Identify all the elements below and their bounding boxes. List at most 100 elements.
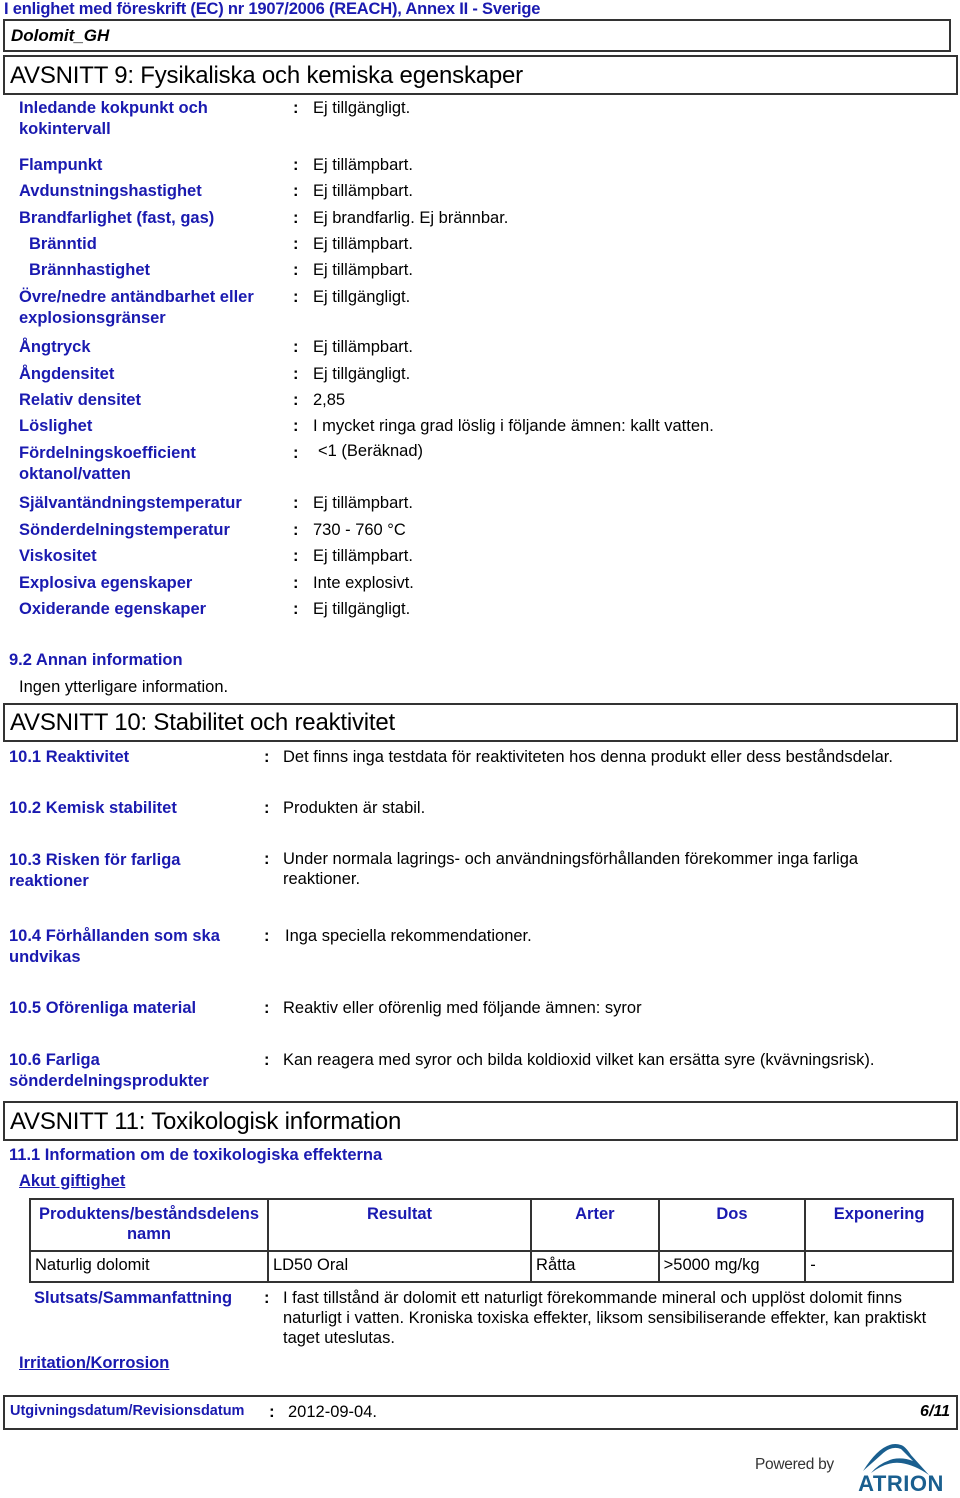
colon: : bbox=[293, 391, 299, 409]
section-9-header: AVSNITT 9: Fysikaliska och kemiska egens… bbox=[3, 55, 958, 95]
property-label: Fördelningskoefficient oktanol/vatten bbox=[19, 444, 196, 483]
logo-text: ATRION bbox=[858, 1471, 944, 1493]
column-header-exposure: Exponering bbox=[804, 1198, 954, 1252]
property-value: Ej tillämpbart. bbox=[313, 235, 413, 253]
colon: : bbox=[293, 338, 299, 356]
acute-toxicity-table: Produktens/beståndsdelens namn Resultat … bbox=[29, 1198, 954, 1283]
property-value: Ej tillgängligt. bbox=[313, 288, 411, 306]
colon: : bbox=[293, 494, 299, 512]
property-value: Ej brandfarlig. Ej brännbar. bbox=[313, 209, 509, 227]
cell-species: Råtta bbox=[530, 1250, 660, 1283]
other-info-text: Ingen ytterligare information. bbox=[19, 678, 229, 696]
property-label: Explosiva egenskaper bbox=[19, 574, 193, 592]
colon: : bbox=[264, 927, 270, 945]
property-value: Ej tillgängligt. bbox=[313, 365, 411, 383]
column-header-dose: Dos bbox=[657, 1198, 807, 1252]
regulation-header: I enlighet med föreskrift (EC) nr 1907/2… bbox=[4, 0, 541, 18]
hazardous-reactions-value: Under normala lagrings- och användningsf… bbox=[283, 850, 859, 888]
product-name-box: Dolomit_GH bbox=[3, 19, 951, 52]
property-value: Ej tillämpbart. bbox=[313, 156, 413, 174]
property-label: Avdunstningshastighet bbox=[19, 182, 202, 200]
colon: : bbox=[293, 288, 299, 306]
colon: : bbox=[293, 209, 299, 227]
atrion-logo: ATRION bbox=[843, 1441, 960, 1496]
colon: : bbox=[293, 182, 299, 200]
colon: : bbox=[264, 850, 270, 868]
property-label: Oxiderande egenskaper bbox=[19, 600, 207, 618]
property-value: Ej tillämpbart. bbox=[313, 182, 413, 200]
column-header-result: Resultat bbox=[266, 1198, 533, 1252]
colon: : bbox=[293, 547, 299, 565]
property-value: 730 - 760 °C bbox=[313, 521, 406, 539]
property-value: 2,85 bbox=[313, 391, 346, 409]
colon: : bbox=[293, 365, 299, 383]
powered-by-text: Powered by bbox=[755, 1456, 834, 1473]
colon: : bbox=[264, 999, 270, 1017]
reactivity-value: Det finns inga testdata för reaktivitete… bbox=[283, 748, 893, 766]
property-label: Inledande kokpunkt och kokintervall bbox=[19, 99, 208, 138]
colon: : bbox=[293, 574, 299, 592]
property-value: Ej tillämpbart. bbox=[313, 547, 413, 565]
acute-toxicity-heading: Akut giftighet bbox=[19, 1172, 126, 1190]
property-label: Bränntid bbox=[29, 235, 97, 253]
property-value: Ej tillgängligt. bbox=[313, 99, 411, 117]
property-label: Flampunkt bbox=[19, 156, 103, 174]
colon: : bbox=[293, 235, 299, 253]
colon: : bbox=[293, 261, 299, 279]
product-name: Dolomit_GH bbox=[11, 26, 110, 45]
property-label: Ångtryck bbox=[19, 338, 91, 356]
column-header-species: Arter bbox=[530, 1198, 660, 1252]
colon: : bbox=[269, 1402, 275, 1421]
irritation-heading: Irritation/Korrosion bbox=[19, 1354, 170, 1372]
atrion-logo-icon: ATRION bbox=[858, 1444, 944, 1496]
hazardous-decomposition-label: 10.6 Farliga sönderdelningsprodukter bbox=[9, 1051, 209, 1090]
property-label: Övre/nedre antändbarhet eller explosions… bbox=[19, 288, 254, 327]
property-value: Ej tillgängligt. bbox=[313, 600, 411, 618]
property-label: Självantändningstemperatur bbox=[19, 494, 242, 512]
section-11-header: AVSNITT 11: Toxikologisk information bbox=[3, 1101, 958, 1141]
cell-exposure: - bbox=[804, 1250, 954, 1283]
conclusion-label: Slutsats/Sammanfattning bbox=[34, 1289, 233, 1307]
property-label: Ångdensitet bbox=[19, 365, 115, 383]
colon: : bbox=[293, 99, 299, 117]
colon: : bbox=[264, 1289, 270, 1307]
table-header-row: Produktens/beståndsdelens namn Resultat … bbox=[29, 1198, 954, 1252]
hazardous-reactions-label: 10.3 Risken för farliga reaktioner bbox=[9, 851, 181, 890]
incompatible-materials-label: 10.5 Oförenliga material bbox=[9, 999, 197, 1017]
colon: : bbox=[293, 521, 299, 539]
cell-dose: >5000 mg/kg bbox=[657, 1250, 807, 1283]
page-number: 6/11 bbox=[920, 1403, 950, 1420]
property-value: <1 (Beräknad) bbox=[318, 442, 424, 460]
conclusion-text: I fast tillstånd är dolomit ett naturlig… bbox=[283, 1289, 927, 1347]
column-header-name: Produktens/beståndsdelens namn bbox=[29, 1198, 269, 1252]
section-11-title: AVSNITT 11: Toxikologisk information bbox=[10, 1108, 402, 1135]
colon: : bbox=[293, 444, 299, 462]
footer: Utgivningsdatum/Revisionsdatum : 2012-09… bbox=[3, 1395, 958, 1430]
chemical-stability-value: Produkten är stabil. bbox=[283, 799, 426, 817]
colon: : bbox=[293, 417, 299, 435]
property-label: Löslighet bbox=[19, 417, 93, 435]
property-label: Brandfarlighet (fast, gas) bbox=[19, 209, 215, 227]
property-label: Sönderdelningstemperatur bbox=[19, 521, 230, 539]
reactivity-label: 10.1 Reaktivitet bbox=[9, 748, 130, 766]
property-value: Ej tillämpbart. bbox=[313, 261, 413, 279]
chemical-stability-label: 10.2 Kemisk stabilitet bbox=[9, 799, 177, 817]
other-info-heading: 9.2 Annan information bbox=[9, 651, 183, 669]
hazardous-decomposition-value: Kan reagera med syror och bilda koldioxi… bbox=[283, 1051, 875, 1069]
property-label: Relativ densitet bbox=[19, 391, 141, 409]
property-value: Ej tillämpbart. bbox=[313, 494, 413, 512]
cell-name: Naturlig dolomit bbox=[29, 1250, 269, 1283]
colon: : bbox=[264, 799, 270, 817]
property-value: Ej tillämpbart. bbox=[313, 338, 413, 356]
cell-result: LD50 Oral bbox=[266, 1250, 533, 1283]
conditions-to-avoid-value: Inga speciella rekommendationer. bbox=[285, 927, 532, 945]
property-value: I mycket ringa grad löslig i följande äm… bbox=[313, 417, 714, 435]
section-10-header: AVSNITT 10: Stabilitet och reaktivitet bbox=[3, 703, 958, 742]
colon: : bbox=[264, 1051, 270, 1069]
property-label: Viskositet bbox=[19, 547, 97, 565]
revision-date-label: Utgivningsdatum/Revisionsdatum bbox=[10, 1403, 245, 1419]
property-value: Inte explosivt. bbox=[313, 574, 414, 592]
table-row: Naturlig dolomit LD50 Oral Råtta >5000 m… bbox=[29, 1250, 954, 1283]
colon: : bbox=[293, 600, 299, 618]
conditions-to-avoid-label: 10.4 Förhållanden som ska undvikas bbox=[9, 927, 220, 966]
